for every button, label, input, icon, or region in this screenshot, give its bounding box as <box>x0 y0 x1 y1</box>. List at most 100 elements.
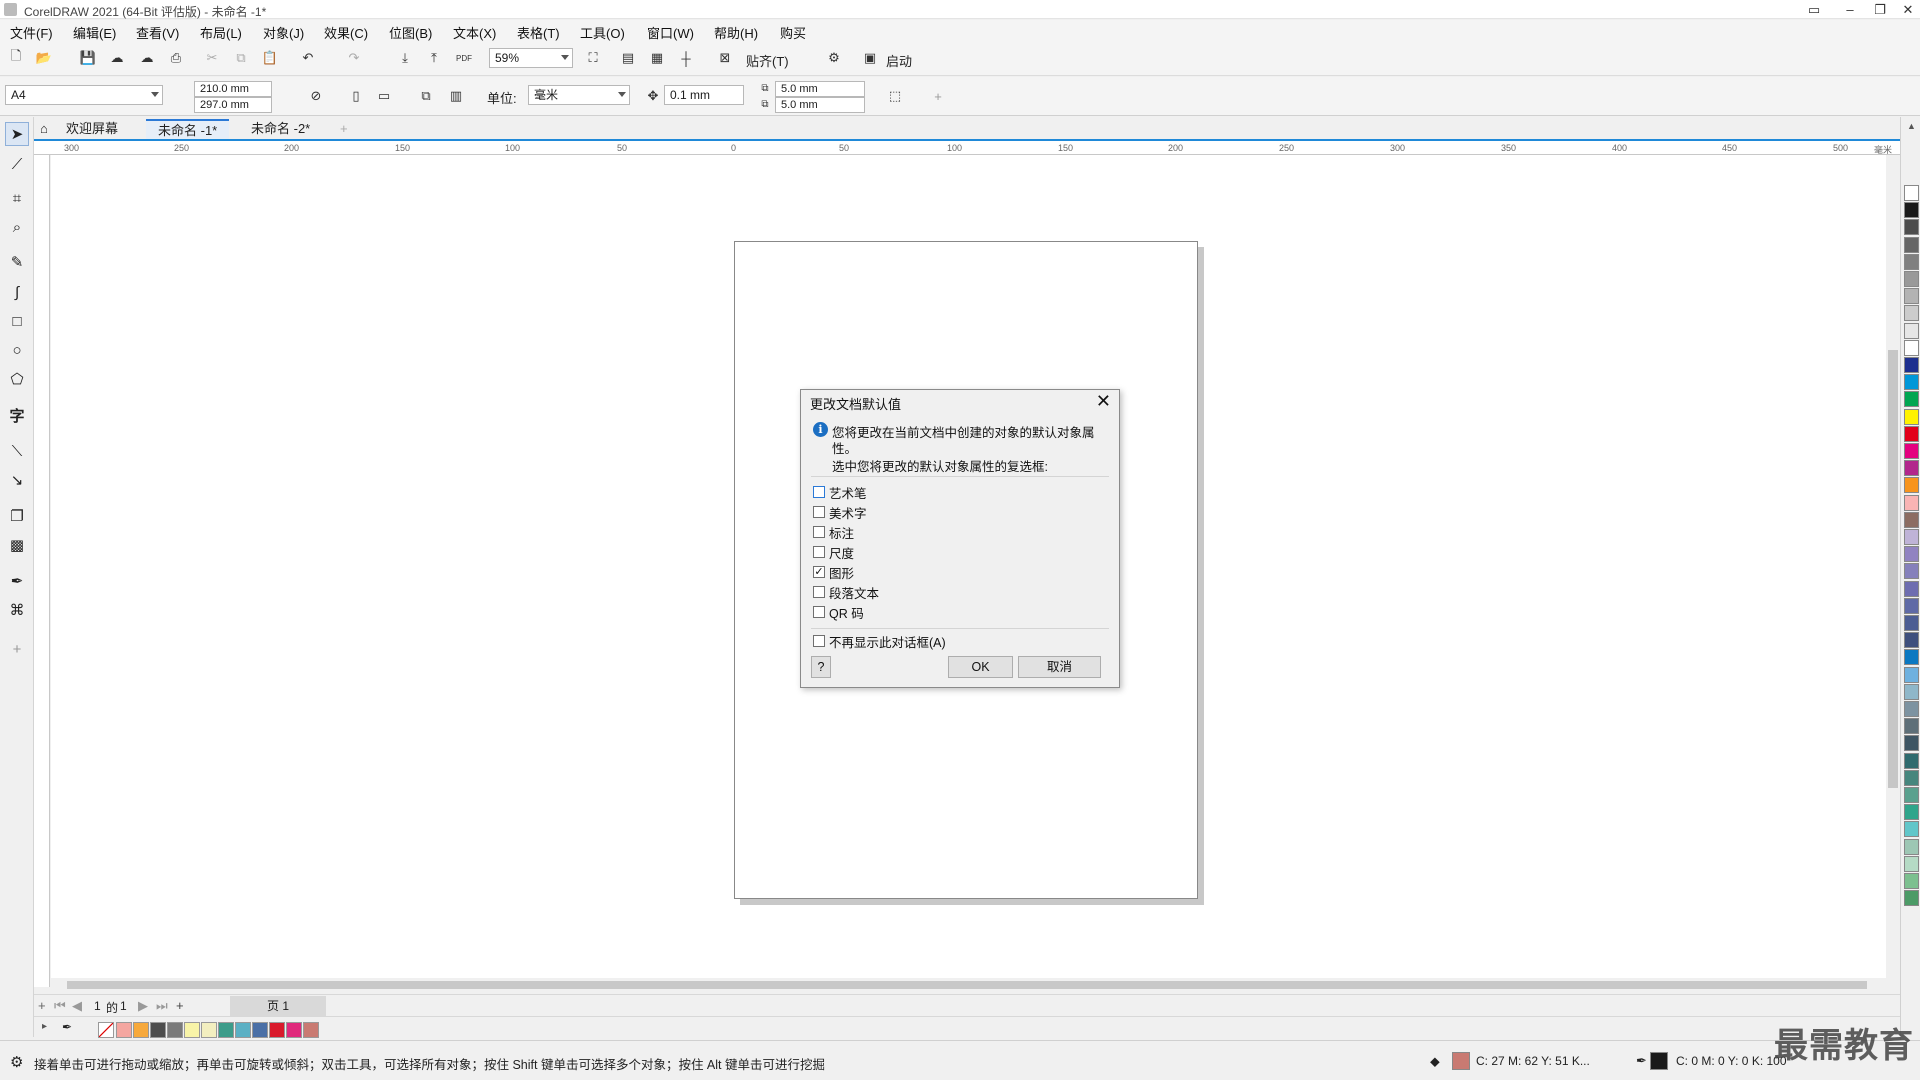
checkbox[interactable] <box>813 486 825 498</box>
color-swatch[interactable] <box>1904 546 1919 563</box>
page-width-field[interactable]: 210.0 mm <box>194 81 272 97</box>
landscape-icon[interactable]: ▭ <box>374 86 394 106</box>
color-swatch[interactable] <box>1904 563 1919 580</box>
menu-object[interactable]: 对象(J) <box>263 23 304 42</box>
color-swatch[interactable] <box>1904 391 1919 408</box>
drop-shadow-tool-icon[interactable]: ❐ <box>5 504 29 528</box>
palette-up-icon[interactable]: ▲ <box>1907 121 1916 131</box>
color-swatch[interactable] <box>1904 288 1919 305</box>
dialog-close-icon[interactable]: ✕ <box>1096 391 1111 412</box>
color-swatch[interactable] <box>116 1022 132 1038</box>
minimize-button[interactable]: – <box>1836 0 1864 19</box>
color-swatch[interactable] <box>1904 769 1919 786</box>
page-height-field[interactable]: 297.0 mm <box>194 97 272 113</box>
color-swatch[interactable] <box>1904 236 1919 253</box>
add-page-before-icon[interactable]: + <box>38 998 46 1013</box>
menu-buy[interactable]: 购买 <box>780 23 806 42</box>
status-settings-icon[interactable]: ⚙ <box>10 1053 23 1071</box>
color-swatch[interactable] <box>1904 855 1919 872</box>
color-swatch[interactable] <box>1904 735 1919 752</box>
launch-icon[interactable]: ▣ <box>860 48 880 68</box>
color-swatch[interactable] <box>252 1022 268 1038</box>
menu-edit[interactable]: 编辑(E) <box>73 23 116 42</box>
checkbox[interactable] <box>813 546 825 558</box>
text-tool-icon[interactable]: 字 <box>5 403 29 427</box>
treat-as-filled-icon[interactable]: ⬚ <box>885 86 905 106</box>
publish-pdf-icon[interactable]: PDF <box>454 48 474 68</box>
horizontal-scrollbar[interactable] <box>51 978 1887 992</box>
color-swatch[interactable] <box>1904 494 1919 511</box>
all-pages-icon[interactable]: ⊘ <box>306 86 326 106</box>
checkbox[interactable] <box>813 586 825 598</box>
new-document-icon[interactable]: 🗋 <box>6 48 26 68</box>
checkbox-checked[interactable]: ✓ <box>813 566 825 578</box>
portrait-icon[interactable]: ▯ <box>346 86 366 106</box>
option-callout[interactable]: 标注 <box>813 524 854 541</box>
connector-tool-icon[interactable]: ↘ <box>5 468 29 492</box>
cut-icon[interactable]: ✂ <box>202 48 222 68</box>
home-icon[interactable]: ⌂ <box>34 119 54 139</box>
color-swatch[interactable] <box>235 1022 251 1038</box>
freehand-tool-icon[interactable]: ✎ <box>5 250 29 274</box>
nudge-distance-field[interactable]: 0.1 mm <box>664 85 744 105</box>
outline-color-swatch[interactable] <box>1650 1052 1668 1070</box>
undo-icon[interactable]: ↶ <box>298 48 318 68</box>
fill-color-swatch[interactable] <box>1452 1052 1470 1070</box>
color-swatch[interactable] <box>1904 511 1919 528</box>
restore-button[interactable]: ❐ <box>1866 0 1894 19</box>
color-swatch[interactable] <box>1904 460 1919 477</box>
color-swatch[interactable] <box>1904 752 1919 769</box>
open-icon[interactable]: 📂 <box>34 48 54 68</box>
vertical-scroll-thumb[interactable] <box>1888 350 1898 788</box>
color-swatch[interactable] <box>184 1022 200 1038</box>
menu-view[interactable]: 查看(V) <box>136 23 179 42</box>
full-screen-preview-icon[interactable]: ⛶ <box>583 48 603 68</box>
show-grid-icon[interactable]: ▦ <box>647 48 667 68</box>
no-color-swatch[interactable] <box>98 1022 114 1038</box>
cloud-download-icon[interactable]: ☁ <box>107 48 127 68</box>
color-swatch[interactable] <box>1904 701 1919 717</box>
cloud-upload-icon[interactable]: ☁ <box>137 48 157 68</box>
page-1-tab[interactable]: 页 1 <box>230 996 326 1016</box>
previous-page-icon[interactable]: ◀ <box>72 998 82 1014</box>
last-page-icon[interactable]: ⏭ <box>156 998 168 1014</box>
checkbox[interactable] <box>813 526 825 538</box>
menu-bitmaps[interactable]: 位图(B) <box>389 23 432 42</box>
color-swatch[interactable] <box>1904 821 1919 838</box>
menu-tools[interactable]: 工具(O) <box>580 23 625 42</box>
color-swatch[interactable] <box>167 1022 183 1038</box>
color-swatch[interactable] <box>201 1022 217 1038</box>
show-guidelines-icon[interactable]: ┼ <box>676 48 696 68</box>
horizontal-ruler[interactable]: 300 250 200 150 100 50 0 50 100 150 200 … <box>34 139 1900 155</box>
import-icon[interactable]: ⤓ <box>395 48 415 68</box>
dont-show-again-option[interactable]: 不再显示此对话框(A) <box>813 633 946 650</box>
new-tab-icon[interactable]: + <box>334 119 354 139</box>
color-swatch[interactable] <box>286 1022 302 1038</box>
color-swatch[interactable] <box>1904 271 1919 287</box>
save-icon[interactable]: 💾 <box>78 48 98 68</box>
launch-menu[interactable]: 启动 <box>886 51 912 70</box>
color-swatch[interactable] <box>1904 718 1919 735</box>
tab-welcome-screen[interactable]: 欢迎屏幕 <box>54 119 130 139</box>
units-select[interactable]: 毫米 <box>528 85 630 105</box>
color-swatch[interactable] <box>133 1022 149 1038</box>
option-graphic[interactable]: ✓ 图形 <box>813 564 854 581</box>
option-qr-code[interactable]: QR 码 <box>813 604 864 621</box>
color-swatch[interactable] <box>1904 580 1919 597</box>
next-page-icon[interactable]: ▶ <box>138 998 148 1014</box>
zoom-level-field[interactable]: 59% <box>489 48 573 68</box>
redo-icon[interactable]: ↷ <box>344 48 364 68</box>
color-swatch[interactable] <box>1904 253 1919 270</box>
options-gear-icon[interactable]: ⚙ <box>824 48 844 68</box>
color-swatch[interactable] <box>1904 632 1919 649</box>
checkbox[interactable] <box>813 506 825 518</box>
checkbox[interactable] <box>813 606 825 618</box>
duplicate-distance-x-field[interactable]: 5.0 mm <box>775 81 865 97</box>
color-swatch[interactable] <box>1904 202 1919 219</box>
eyedropper-tool-icon[interactable]: ✒ <box>5 569 29 593</box>
current-page-icon[interactable]: ⧉ <box>416 86 436 106</box>
close-window-button[interactable]: ✕ <box>1894 0 1920 19</box>
color-swatch[interactable] <box>269 1022 285 1038</box>
color-swatch[interactable] <box>1904 890 1919 907</box>
show-rulers-icon[interactable]: ▤ <box>618 48 638 68</box>
